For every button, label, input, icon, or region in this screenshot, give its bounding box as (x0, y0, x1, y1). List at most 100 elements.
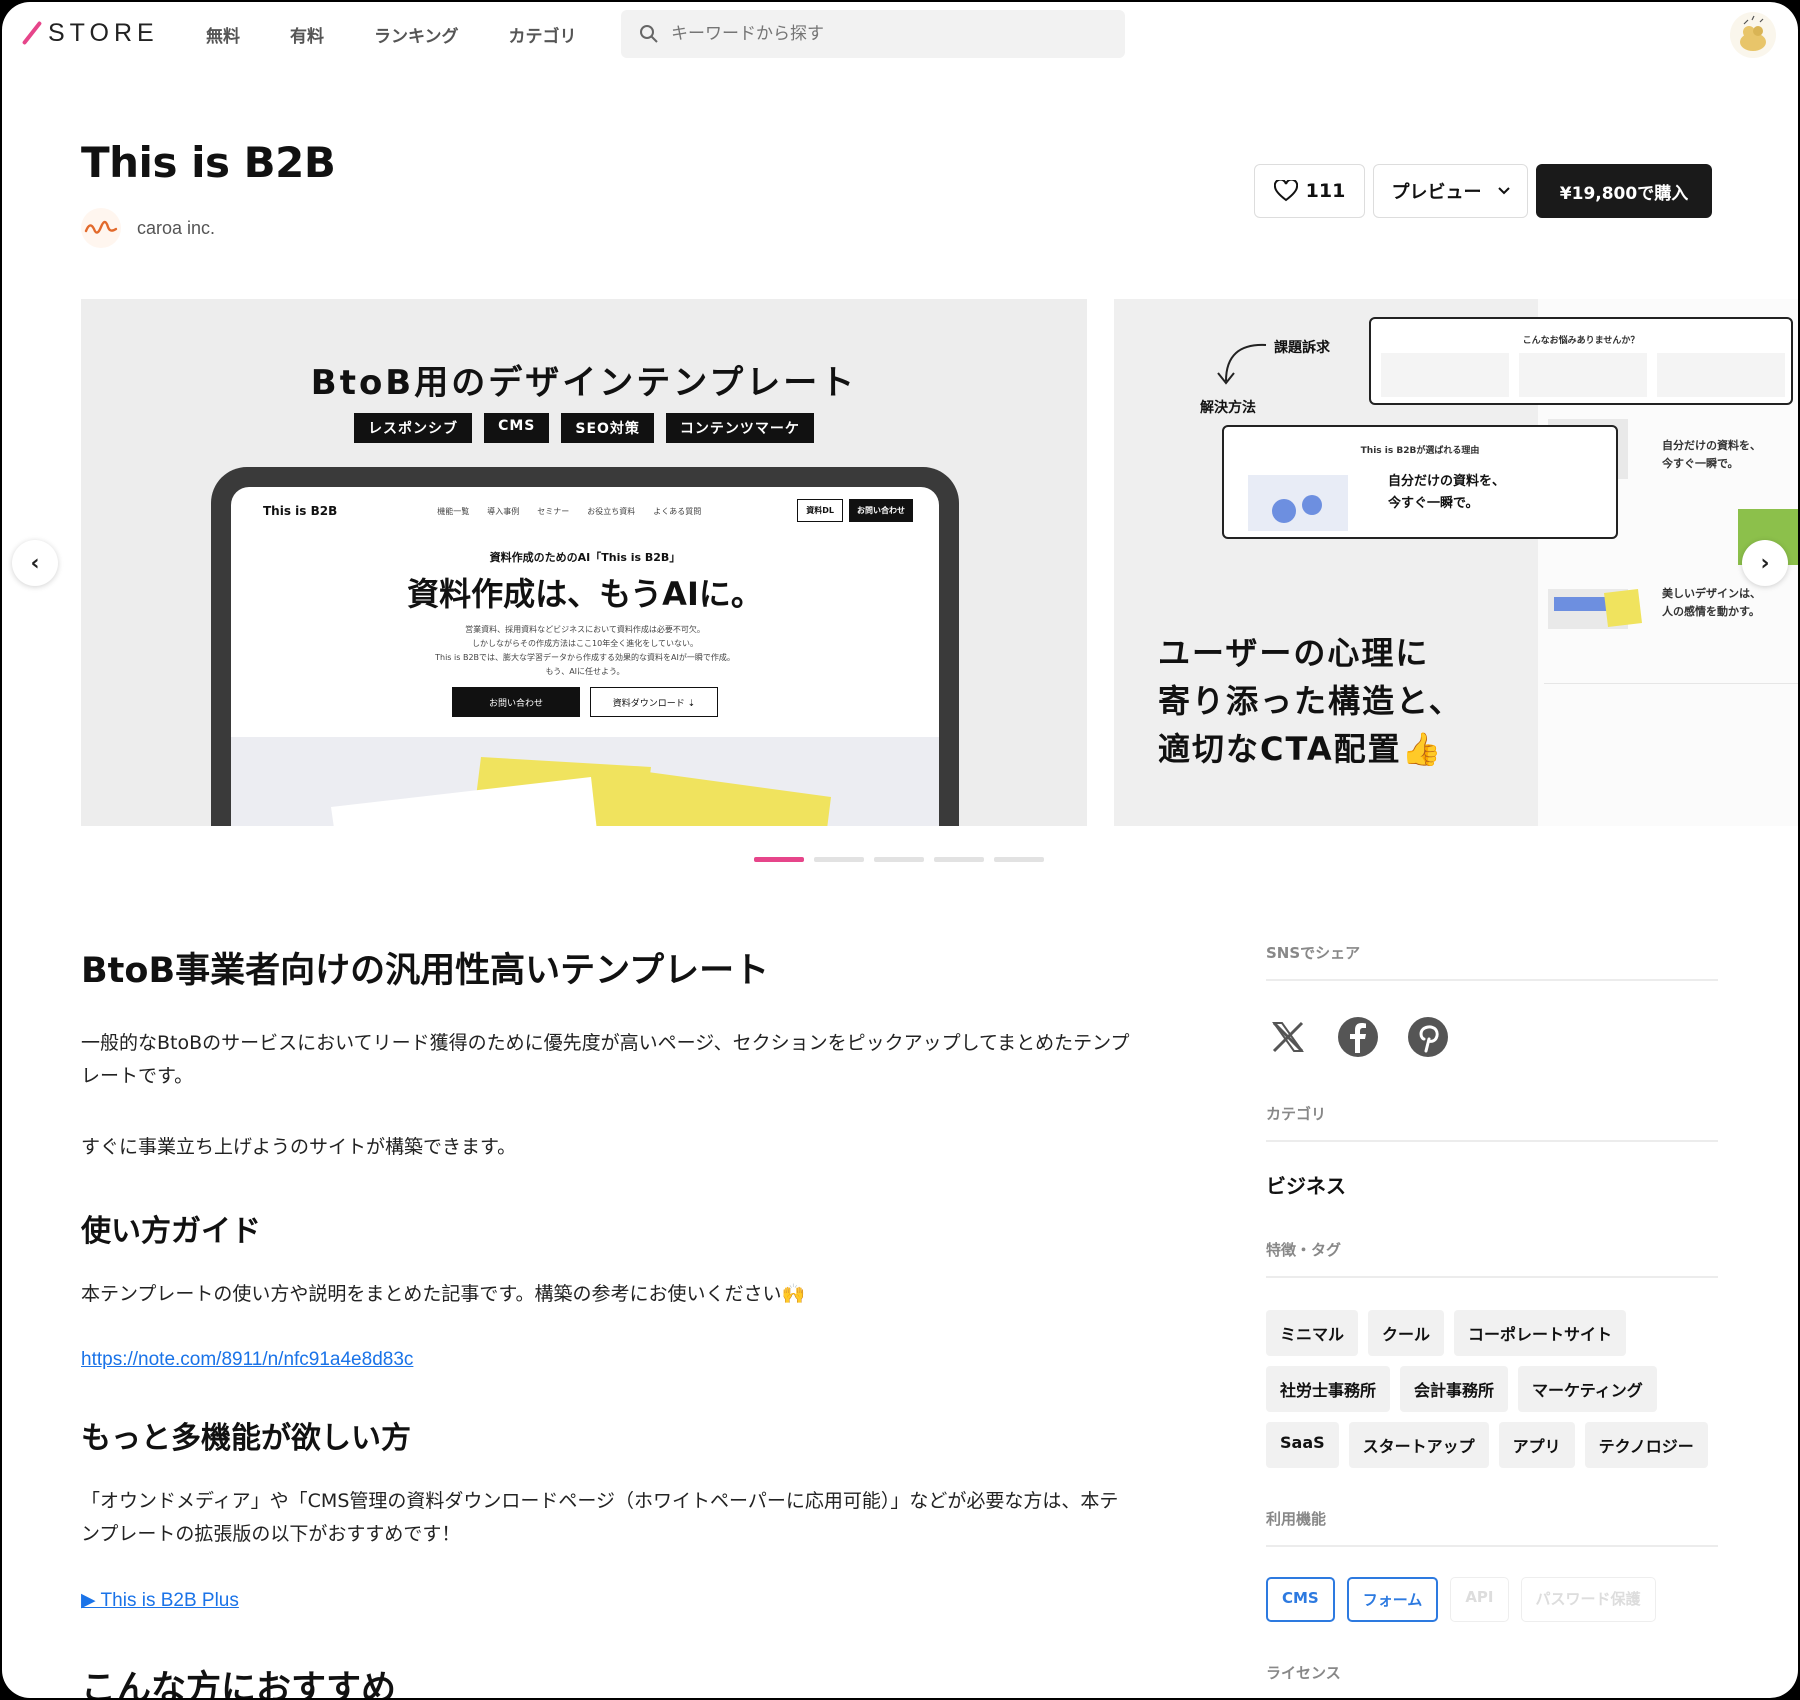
curved-arrow-icon (1217, 343, 1267, 385)
tag-item[interactable]: マーケティング (1518, 1366, 1657, 1412)
mock-body-line: もう、AIに任せよう。 (545, 667, 625, 676)
tag-item[interactable]: アプリ (1498, 1422, 1575, 1468)
preview-dropdown[interactable]: プレビュー (1373, 164, 1528, 218)
card-title: こんなお悩みありませんか？ (1522, 336, 1640, 346)
carousel-next-button[interactable]: › (1742, 540, 1788, 586)
tag-item[interactable]: テクノロジー (1584, 1422, 1708, 1468)
nav-item-paid[interactable]: 有料 (290, 22, 324, 47)
tag-item[interactable]: 社労士事務所 (1266, 1366, 1391, 1412)
intro-text-2: すぐに事業立ち上げようのサイトが構築できます。 (81, 1136, 517, 1158)
label-solution: 解決方法 (1200, 400, 1256, 416)
search-icon (640, 25, 658, 43)
tag-item[interactable]: 会計事務所 (1400, 1366, 1509, 1412)
mock-download-button: 資料DL (797, 499, 843, 522)
carousel-slide-1[interactable]: BtoB用のデザインテンプレート レスポンシブ CMS SEO対策 コンテンツマ… (81, 299, 1087, 826)
facebook-icon[interactable] (1336, 1015, 1380, 1063)
preview-label: プレビュー (1391, 182, 1482, 203)
carousel-dot[interactable] (994, 857, 1044, 862)
slide-copy: ユーザーの心理に 寄り添った構造と、 適切なCTA配置👍 (1158, 629, 1463, 773)
side-title-text: 自分だけの資料を、 今すぐ一瞬で。 (1662, 439, 1761, 470)
mock-link: セミナー (537, 506, 570, 516)
carousel-prev-button[interactable]: ‹ (12, 540, 58, 586)
mock-body-line: 営業資料、採用資料などビジネスにおいて資料作成は必要不可欠。 (465, 625, 705, 634)
sns-share-icons (1266, 1015, 1718, 1063)
mock-illustration-area (231, 737, 939, 826)
tag-item[interactable]: コーポレートサイト (1454, 1310, 1627, 1356)
slide-heading: BtoB用のデザインテンプレート (310, 363, 858, 403)
author-name: caroa inc. (137, 217, 216, 238)
recommend-heading: こんな方におすすめ (81, 1669, 397, 1698)
buy-button[interactable]: ¥19,800で購入 (1536, 164, 1712, 218)
guide-link[interactable]: https://note.com/8911/n/nfc91a4e8d83c (81, 1349, 413, 1370)
slide-card-reason: This is B2Bが選ばれる理由 自分だけの資料を、 今すぐ一瞬で。 (1222, 425, 1618, 539)
page: STORE 無料 有料 ランキング カテゴリ This is B2B caroa… (2, 2, 1798, 1698)
slide-copy-line: 適切なCTA配置👍 (1158, 730, 1444, 768)
tag-item[interactable]: スタートアップ (1348, 1422, 1489, 1468)
card-text: 自分だけの資料を、 今すぐ一瞬で。 (1388, 474, 1506, 511)
features-label: 利用機能 (1266, 1508, 1718, 1547)
product-actions: 111 プレビュー ¥19,800で購入 (1254, 164, 1712, 218)
chevron-right-icon: › (1760, 550, 1770, 576)
mock-link: お役立ち資料 (587, 506, 636, 516)
author-row[interactable]: caroa inc. (81, 208, 215, 248)
feature-list: CMS フォーム API パスワード保護 (1266, 1577, 1718, 1622)
mock-body-line: This is B2Bでは、膨大な学習データから作成する効果的な資料をAIが一瞬… (435, 653, 735, 662)
carousel-dot[interactable] (754, 857, 804, 862)
slide-copy-line: 寄り添った構造と、 (1158, 682, 1463, 720)
plus-link[interactable]: ▶ This is B2B Plus (81, 1590, 239, 1611)
mock-nav: This is B2B 機能一覧 導入事例 セミナー お役立ち資料 よくある質問… (263, 499, 913, 523)
like-button[interactable]: 111 (1254, 164, 1365, 218)
chevron-down-icon (1497, 187, 1510, 195)
tag-item[interactable]: ミニマル (1266, 1310, 1359, 1356)
side-title: 自分だけの資料を、 今すぐ一瞬で。 (1662, 437, 1761, 473)
carousel-slide-2[interactable]: 自分だけの資料を、 今すぐ一瞬で。 美しいデザインは、 人の感情を動かす。 こん… (1114, 299, 1798, 826)
logo-mark (21, 20, 43, 46)
search-bar[interactable] (621, 10, 1125, 58)
carousel-dot[interactable] (814, 857, 864, 862)
chevron-left-icon: ‹ (30, 550, 40, 576)
feature-password: パスワード保護 (1520, 1577, 1656, 1622)
x-icon[interactable] (1266, 1015, 1310, 1063)
product-sidebar: SNSでシェア カテゴリ ビジネス 特徴・タグ ミニマル クール コーポレートサ… (1266, 942, 1718, 1698)
card-column (1657, 353, 1785, 397)
tag-item[interactable]: クール (1368, 1310, 1445, 1356)
main-nav: 無料 有料 ランキング カテゴリ (206, 22, 627, 47)
slide-tag: CMS (484, 413, 550, 443)
slide-copy-line: ユーザーの心理に (1158, 634, 1430, 672)
tablet-mockup: This is B2B 機能一覧 導入事例 セミナー お役立ち資料 よくある質問… (211, 467, 959, 826)
mock-links: 機能一覧 導入事例 セミナー お役立ち資料 よくある質問 (437, 506, 701, 517)
carousel-dot[interactable] (934, 857, 984, 862)
user-avatar[interactable] (1730, 12, 1776, 58)
side-title-2: 美しいデザインは、 人の感情を動かす。 (1662, 585, 1761, 621)
store-logo[interactable]: STORE (20, 18, 159, 48)
more-line: 「オウンドメディア」や「CMS管理の資料ダウンロードページ（ホワイトペーパーに応… (81, 1490, 1119, 1512)
slide-tag: レスポンシブ (354, 413, 473, 443)
nav-item-ranking[interactable]: ランキング (374, 22, 459, 47)
mock-contact-button: お問い合わせ (849, 499, 913, 522)
slide-tags: レスポンシブ CMS SEO対策 コンテンツマーケ (81, 413, 1087, 443)
sns-label: SNSでシェア (1266, 942, 1718, 981)
card-illustration (1248, 475, 1348, 531)
more-heading: もっと多機能が欲しい方 (81, 1421, 411, 1456)
nav-item-free[interactable]: 無料 (206, 22, 240, 47)
guide-heading: 使い方ガイド (81, 1214, 261, 1249)
author-logo (81, 208, 121, 248)
mock-link: 機能一覧 (437, 506, 470, 516)
mock-link: よくある質問 (653, 506, 702, 516)
pinterest-icon[interactable] (1406, 1015, 1450, 1063)
feature-cms: CMS (1266, 1577, 1335, 1622)
avatar-illustration (1740, 15, 1766, 51)
tag-item[interactable]: SaaS (1266, 1422, 1339, 1468)
tag-list: ミニマル クール コーポレートサイト 社労士事務所 会計事務所 マーケティング … (1266, 1310, 1718, 1468)
mock-cta-contact: お問い合わせ (452, 687, 580, 717)
feature-api: API (1450, 1577, 1509, 1622)
carousel-dot[interactable] (874, 857, 924, 862)
category-value[interactable]: ビジネス (1266, 1170, 1718, 1199)
slide-card-problems: こんなお悩みありませんか？ (1369, 317, 1793, 405)
more-line: ンプレートの拡張版の以下がおすすめです！ (81, 1523, 461, 1545)
nav-item-category[interactable]: カテゴリ (509, 22, 577, 47)
guide-text: 本テンプレートの使い方や説明をまとめた記事です。構築の参考にお使いください🙌 (81, 1283, 806, 1305)
search-input[interactable] (671, 24, 1091, 44)
mock-kicker: 資料作成のためのAI「This is B2B」 (489, 551, 681, 564)
product-description: BtoB事業者向けの汎用性高いテンプレート 一般的なBtoBのサービスにおいてリ… (81, 942, 1201, 1698)
